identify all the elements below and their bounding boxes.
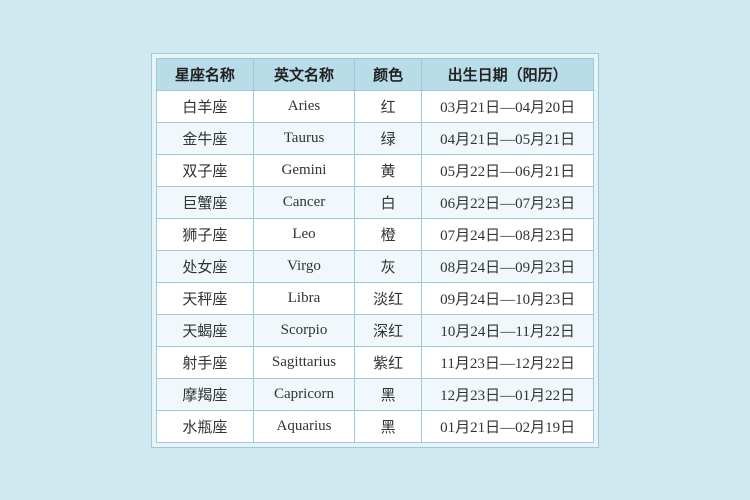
table-row: 天蝎座Scorpio深红10月24日—11月22日: [156, 314, 593, 346]
table-cell: Virgo: [253, 250, 354, 282]
table-cell: 巨蟹座: [156, 186, 253, 218]
table-cell: Sagittarius: [253, 346, 354, 378]
table-cell: 淡红: [355, 282, 422, 314]
table-header: 星座名称英文名称颜色出生日期（阳历）: [156, 58, 593, 90]
table-cell: Aquarius: [253, 410, 354, 442]
table-cell: 摩羯座: [156, 378, 253, 410]
table-cell: 深红: [355, 314, 422, 346]
table-cell: 红: [355, 90, 422, 122]
table-cell: 11月23日—12月22日: [422, 346, 594, 378]
table-cell: 天蝎座: [156, 314, 253, 346]
table-cell: 水瓶座: [156, 410, 253, 442]
table-cell: 09月24日—10月23日: [422, 282, 594, 314]
table-cell: Leo: [253, 218, 354, 250]
table-cell: 05月22日—06月21日: [422, 154, 594, 186]
table-cell: Taurus: [253, 122, 354, 154]
table-cell: 绿: [355, 122, 422, 154]
table-cell: 双子座: [156, 154, 253, 186]
table-row: 处女座Virgo灰08月24日—09月23日: [156, 250, 593, 282]
table-row: 白羊座Aries红03月21日—04月20日: [156, 90, 593, 122]
table-cell: 01月21日—02月19日: [422, 410, 594, 442]
table-row: 射手座Sagittarius紫红11月23日—12月22日: [156, 346, 593, 378]
header-row: 星座名称英文名称颜色出生日期（阳历）: [156, 58, 593, 90]
table-row: 双子座Gemini黄05月22日—06月21日: [156, 154, 593, 186]
table-cell: Capricorn: [253, 378, 354, 410]
zodiac-table: 星座名称英文名称颜色出生日期（阳历） 白羊座Aries红03月21日—04月20…: [156, 58, 594, 443]
table-cell: 天秤座: [156, 282, 253, 314]
table-cell: 灰: [355, 250, 422, 282]
table-row: 狮子座Leo橙07月24日—08月23日: [156, 218, 593, 250]
table-cell: 12月23日—01月22日: [422, 378, 594, 410]
table-cell: 黑: [355, 410, 422, 442]
table-cell: Scorpio: [253, 314, 354, 346]
table-row: 摩羯座Capricorn黑12月23日—01月22日: [156, 378, 593, 410]
table-row: 水瓶座Aquarius黑01月21日—02月19日: [156, 410, 593, 442]
table-cell: 04月21日—05月21日: [422, 122, 594, 154]
table-cell: 射手座: [156, 346, 253, 378]
table-cell: 狮子座: [156, 218, 253, 250]
header-cell: 星座名称: [156, 58, 253, 90]
table-body: 白羊座Aries红03月21日—04月20日金牛座Taurus绿04月21日—0…: [156, 90, 593, 442]
table-row: 巨蟹座Cancer白06月22日—07月23日: [156, 186, 593, 218]
table-cell: Aries: [253, 90, 354, 122]
table-cell: 06月22日—07月23日: [422, 186, 594, 218]
table-cell: Cancer: [253, 186, 354, 218]
table-cell: 07月24日—08月23日: [422, 218, 594, 250]
table-row: 金牛座Taurus绿04月21日—05月21日: [156, 122, 593, 154]
table-cell: 03月21日—04月20日: [422, 90, 594, 122]
table-cell: Libra: [253, 282, 354, 314]
table-cell: 橙: [355, 218, 422, 250]
zodiac-table-container: 星座名称英文名称颜色出生日期（阳历） 白羊座Aries红03月21日—04月20…: [151, 53, 599, 448]
table-cell: Gemini: [253, 154, 354, 186]
header-cell: 颜色: [355, 58, 422, 90]
table-cell: 黄: [355, 154, 422, 186]
table-cell: 10月24日—11月22日: [422, 314, 594, 346]
table-row: 天秤座Libra淡红09月24日—10月23日: [156, 282, 593, 314]
table-cell: 处女座: [156, 250, 253, 282]
table-cell: 08月24日—09月23日: [422, 250, 594, 282]
table-cell: 紫红: [355, 346, 422, 378]
table-cell: 黑: [355, 378, 422, 410]
table-cell: 白羊座: [156, 90, 253, 122]
header-cell: 英文名称: [253, 58, 354, 90]
header-cell: 出生日期（阳历）: [422, 58, 594, 90]
table-cell: 金牛座: [156, 122, 253, 154]
table-cell: 白: [355, 186, 422, 218]
